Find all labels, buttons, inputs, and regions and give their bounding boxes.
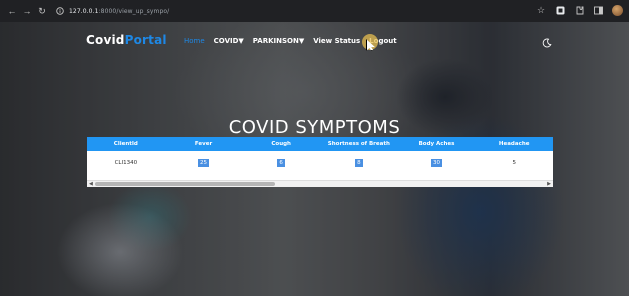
bookmark-star-icon[interactable]: ☆ [536, 4, 546, 16]
profile-avatar[interactable] [612, 4, 623, 16]
symptoms-table: ClientId Fever Cough Shortness of Breath… [87, 137, 553, 187]
col-header-body-aches: Body Aches [418, 141, 455, 147]
site-info-icon[interactable] [54, 4, 66, 18]
col-header-shortness-of-breath: Shortness of Breath [327, 141, 390, 147]
back-icon[interactable]: ← [6, 4, 18, 18]
col-header-clientid: ClientId [113, 141, 138, 147]
site-header: CovidPortal Home COVID▼ PARKINSON▼ View … [0, 22, 629, 62]
cell-cough: 6 [277, 159, 285, 167]
browser-toolbar: ← → ↻ 127.0.0.1:8000/view_up_sympo/ ☆ [0, 0, 629, 22]
brand-logo[interactable]: CovidPortal [86, 33, 167, 47]
extension-icon[interactable] [555, 4, 565, 16]
table-row: CLI1340 25 6 8 30 5 [87, 151, 553, 175]
cell-clientid: CLI1340 [114, 160, 138, 166]
nav-covid-dropdown[interactable]: COVID▼ [214, 37, 244, 45]
table-header: ClientId Fever Cough Shortness of Breath… [87, 137, 553, 151]
nav-home[interactable]: Home [184, 37, 205, 45]
address-bar[interactable]: 127.0.0.1:8000/view_up_sympo/ [69, 8, 169, 15]
puzzle-icon[interactable] [574, 4, 584, 16]
nav-parkinson-dropdown[interactable]: PARKINSON▼ [253, 37, 304, 45]
sidebar-icon[interactable] [593, 4, 603, 16]
cell-body-aches: 30 [431, 159, 443, 167]
theme-toggle-moon-icon[interactable] [542, 35, 552, 48]
cell-shortness-of-breath: 8 [355, 159, 363, 167]
page: CovidPortal Home COVID▼ PARKINSON▼ View … [0, 22, 629, 296]
scroll-right-icon[interactable]: ▶ [547, 181, 551, 188]
cell-headache: 5 [512, 160, 516, 166]
forward-icon[interactable]: → [21, 4, 33, 18]
col-header-fever: Fever [194, 141, 213, 147]
reload-icon[interactable]: ↻ [36, 4, 48, 18]
col-header-headache: Headache [498, 141, 530, 147]
scrollbar-thumb[interactable] [95, 182, 275, 186]
horizontal-scrollbar[interactable]: ◀ ▶ [87, 180, 553, 187]
nav-view-status[interactable]: View Status [313, 37, 360, 45]
cell-fever: 25 [198, 159, 209, 167]
scroll-left-icon[interactable]: ◀ [89, 181, 93, 188]
col-header-cough: Cough [271, 141, 291, 147]
page-title: COVID SYMPTOMS [228, 117, 401, 138]
